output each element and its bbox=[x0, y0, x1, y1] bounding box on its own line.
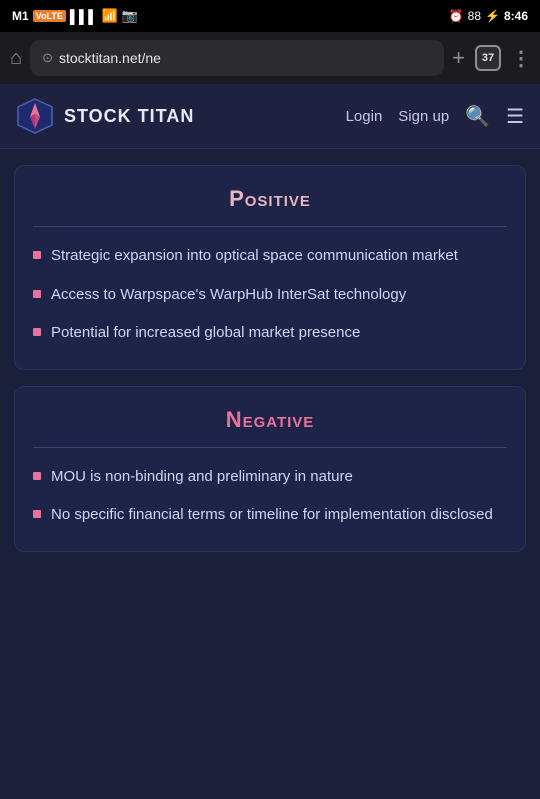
positive-divider bbox=[33, 226, 507, 227]
time-display: 8:46 bbox=[504, 9, 528, 23]
browser-bar: ⌂ ⊙ stocktitan.net/ne + 37 ⋮ bbox=[0, 32, 540, 84]
url-text: stocktitan.net/ne bbox=[59, 50, 432, 66]
signal-icon: ▌▌▌ bbox=[70, 9, 98, 24]
more-options-button[interactable]: ⋮ bbox=[511, 46, 530, 71]
list-item: No specific financial terms or timeline … bbox=[33, 504, 507, 527]
wifi-icon: 📶 bbox=[101, 8, 117, 24]
tabs-count-button[interactable]: 37 bbox=[475, 45, 501, 71]
negative-section: Negative MOU is non-binding and prelimin… bbox=[14, 386, 526, 552]
list-item: Strategic expansion into optical space c… bbox=[33, 245, 507, 268]
bullet-marker bbox=[33, 290, 41, 298]
status-bar: M1 VoLTE ▌▌▌ 📶 📷 ⏰ 88 ⚡ 8:46 bbox=[0, 0, 540, 32]
nav-links: Login Sign up 🔍 ☰ bbox=[346, 104, 524, 129]
positive-section: Positive Strategic expansion into optica… bbox=[14, 165, 526, 370]
list-item: MOU is non-binding and preliminary in na… bbox=[33, 466, 507, 489]
browser-actions: + 37 ⋮ bbox=[452, 45, 530, 71]
hamburger-menu-icon[interactable]: ☰ bbox=[506, 104, 524, 129]
negative-divider bbox=[33, 447, 507, 448]
status-right: ⏰ 88 ⚡ 8:46 bbox=[449, 9, 528, 23]
search-icon[interactable]: 🔍 bbox=[465, 104, 490, 129]
bullet-text: Access to Warpspace's WarpHub InterSat t… bbox=[51, 284, 507, 307]
bullet-marker bbox=[33, 328, 41, 336]
list-item: Potential for increased global market pr… bbox=[33, 322, 507, 345]
new-tab-button[interactable]: + bbox=[452, 45, 465, 71]
bullet-text: MOU is non-binding and preliminary in na… bbox=[51, 466, 507, 489]
bullet-marker bbox=[33, 472, 41, 480]
main-content: Positive Strategic expansion into optica… bbox=[0, 165, 540, 552]
instagram-icon: 📷 bbox=[122, 8, 138, 24]
bullet-marker bbox=[33, 251, 41, 259]
positive-title: Positive bbox=[33, 186, 507, 212]
bullet-text: Potential for increased global market pr… bbox=[51, 322, 507, 345]
logo-container: STOCK TITAN bbox=[16, 97, 194, 135]
login-link[interactable]: Login bbox=[346, 108, 383, 125]
negative-title: Negative bbox=[33, 407, 507, 433]
logo-text: STOCK TITAN bbox=[64, 106, 194, 127]
battery-level: 88 bbox=[468, 9, 481, 23]
site-navigation: STOCK TITAN Login Sign up 🔍 ☰ bbox=[0, 84, 540, 149]
bullet-text: No specific financial terms or timeline … bbox=[51, 504, 507, 527]
signup-link[interactable]: Sign up bbox=[398, 108, 449, 125]
home-button[interactable]: ⌂ bbox=[10, 47, 22, 70]
charging-icon: ⚡ bbox=[485, 9, 500, 23]
alarm-icon: ⏰ bbox=[449, 9, 464, 23]
positive-bullet-list: Strategic expansion into optical space c… bbox=[33, 245, 507, 345]
carrier-name: M1 bbox=[12, 9, 29, 23]
url-bar[interactable]: ⊙ stocktitan.net/ne bbox=[30, 40, 444, 76]
carrier-info: M1 VoLTE ▌▌▌ 📶 📷 bbox=[12, 8, 138, 24]
volte-badge: VoLTE bbox=[33, 10, 66, 22]
bullet-text: Strategic expansion into optical space c… bbox=[51, 245, 507, 268]
logo-icon bbox=[16, 97, 54, 135]
negative-bullet-list: MOU is non-binding and preliminary in na… bbox=[33, 466, 507, 527]
site-icon: ⊙ bbox=[42, 50, 53, 66]
bullet-marker bbox=[33, 510, 41, 518]
list-item: Access to Warpspace's WarpHub InterSat t… bbox=[33, 284, 507, 307]
